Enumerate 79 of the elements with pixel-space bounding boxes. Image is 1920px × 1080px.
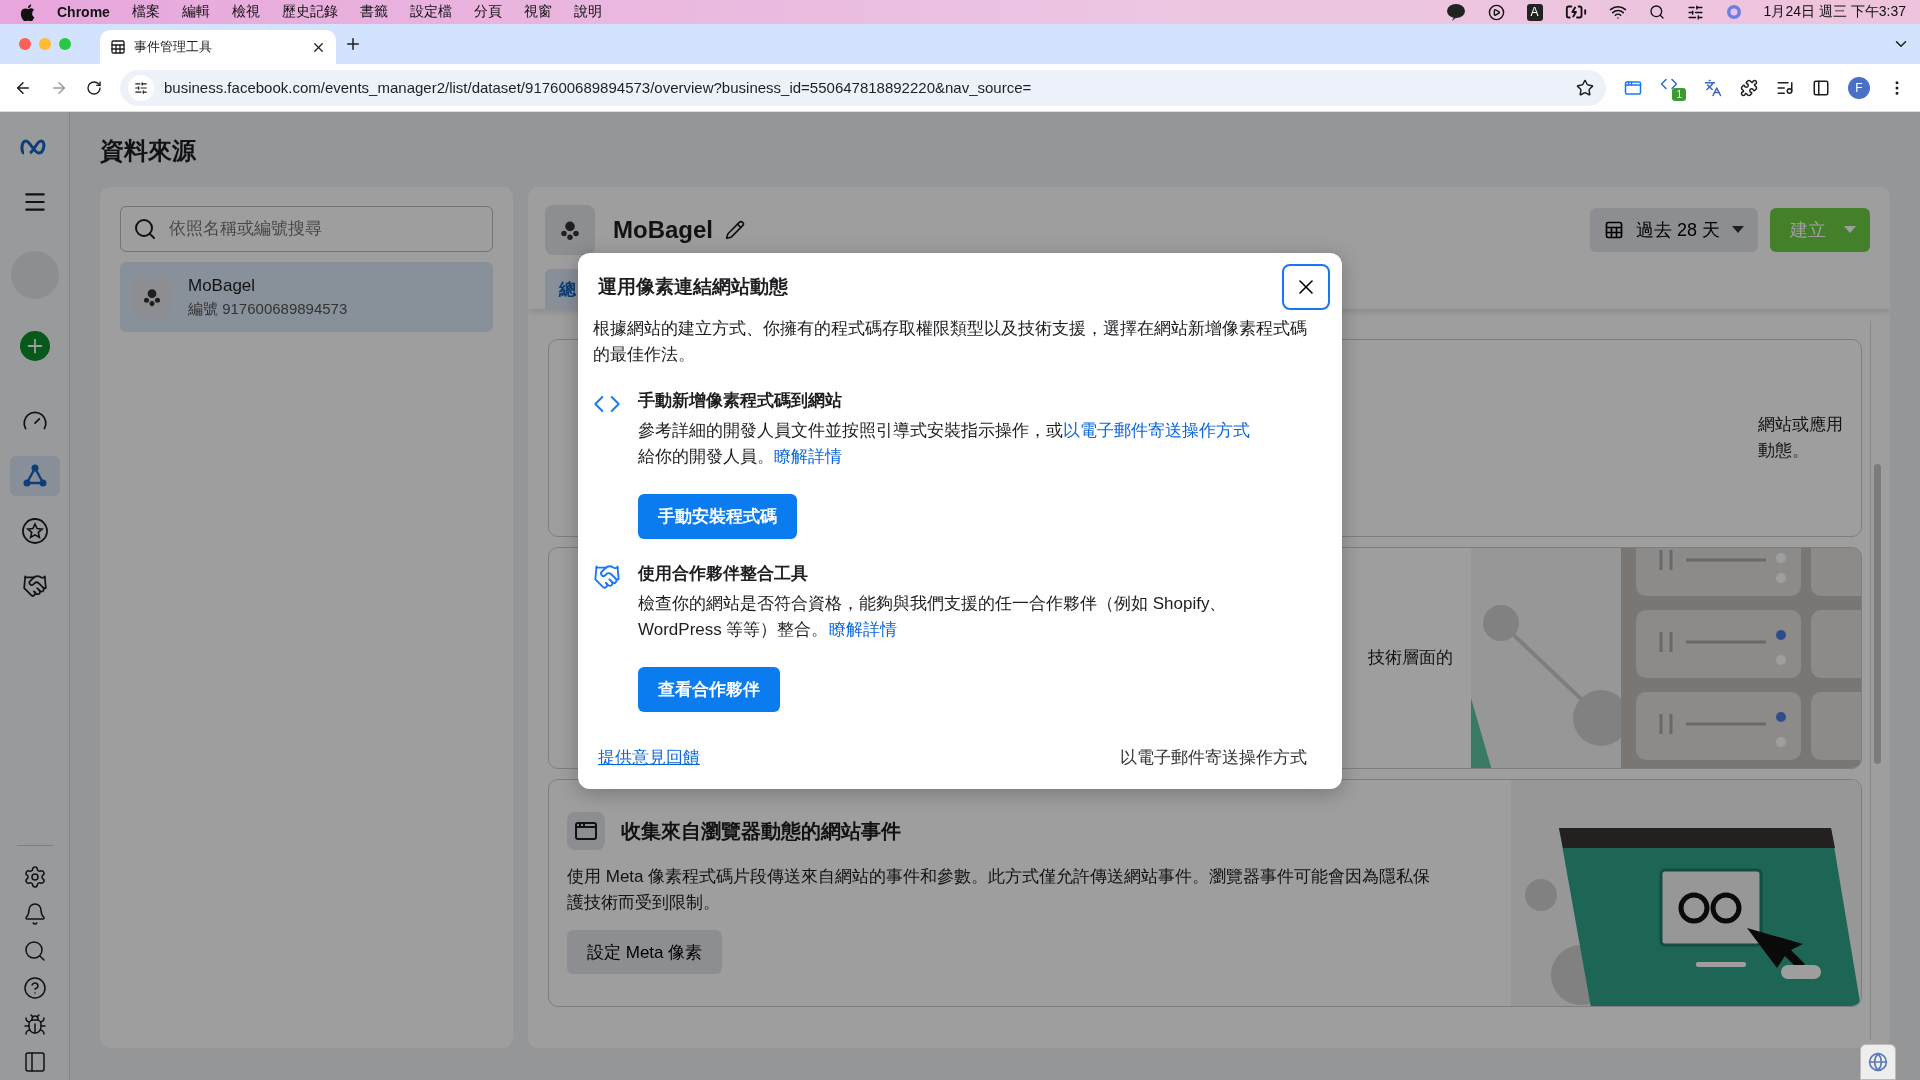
favicon-icon [110,39,126,55]
search-icon [22,938,47,963]
menu-item[interactable]: 說明 [573,3,602,21]
site-info-icon[interactable] [128,74,154,101]
menu-item[interactable]: 書籤 [359,3,388,21]
app-menu[interactable]: Chrome [57,4,110,20]
edit-icon[interactable] [725,220,745,240]
new-tab-icon[interactable] [344,35,362,53]
bug-icon [22,1012,47,1037]
card-description: 技術層面的 [1368,647,1453,669]
date-range-button[interactable]: 過去 28 天 [1589,208,1758,252]
primary-button[interactable]: 查看合作夥伴 [638,667,780,712]
menu-item[interactable]: 分頁 [473,3,502,21]
language-button[interactable] [1860,1044,1896,1080]
wifi-icon[interactable] [1608,3,1627,21]
create-icon[interactable] [19,331,50,361]
extension-icon[interactable] [1624,78,1642,97]
extensions-icon[interactable] [1740,78,1758,97]
extension-badge: 1 [1672,87,1686,101]
input-source-indicator[interactable]: A [1526,3,1543,21]
card-title: 收集來自瀏覽器動態的網站事件 [621,818,901,844]
search-icon [133,217,157,241]
help-icon [22,975,47,1000]
setup-button[interactable]: 設定 Meta 像素 [567,930,723,974]
side-panel-icon[interactable] [1812,78,1830,97]
dataset-name: MoBagel [613,216,713,244]
panel-icon [22,1049,47,1074]
source-name: MoBagel [188,275,257,296]
bell-icon [22,901,47,926]
handshake-icon [593,563,621,591]
learn-more-link[interactable]: 瞭解詳情 [774,447,842,466]
close-button[interactable] [1282,264,1330,310]
learn-more-link[interactable]: 以電子郵件寄送操作方式 [1063,421,1250,440]
primary-button[interactable]: 手動安裝程式碼 [638,494,797,539]
menu-item[interactable]: 視窗 [523,3,552,21]
nav-item[interactable] [9,456,60,496]
dialog-title: 運用像素連結網站動態 [598,275,788,299]
option-description: 檢查你的網站是否符合資格，能夠與我們支援的任一合作夥伴（例如 Shopify、 WordPress 等等）整合。瞭解詳情 [638,593,1227,641]
option-description: 參考詳細的開發人員文件並按照引導式安裝指示操作，或以電子郵件寄送操作方式 給你的開發人員。瞭解詳情 [638,420,1250,468]
bookmark-icon[interactable] [1576,78,1594,97]
feedback-link[interactable]: 提供意見回饋 [598,746,700,769]
reload-icon[interactable] [86,79,102,96]
dataset-icon [141,286,163,308]
handshake-icon [21,573,48,599]
search-input[interactable]: 依照名稱或編號搜尋 [167,218,480,240]
email-instructions-button[interactable]: 以電子郵件寄送操作方式 [1120,746,1307,769]
menu-item[interactable]: 檔案 [131,3,160,21]
browser-icon [574,819,598,843]
settings-icon [22,864,47,889]
option-title: 使用合作夥伴整合工具 [638,563,808,585]
browser-tab[interactable]: 事件管理工具 [100,30,336,64]
option-title: 手動新增像素程式碼到網站 [638,390,842,412]
clock[interactable]: 1月24日 週三 下午3:37 [1763,3,1906,21]
tab-title: 事件管理工具 [134,38,213,56]
chat-bubble-icon[interactable] [1445,3,1466,21]
menu-item[interactable]: 編輯 [181,3,210,21]
profile-avatar[interactable]: F [1848,76,1870,99]
globe-icon [1868,1052,1888,1072]
dialog-description: 根據網站的建立方式、你擁有的程式碼存取權限類型以及技術支援，選擇在網站新增像素程式碼 的最佳作法。 [593,318,1308,366]
menu-item[interactable]: 歷史記錄 [281,3,338,21]
scrollbar[interactable] [1870,321,1884,1040]
menu-item[interactable]: 設定檔 [409,3,452,21]
caret-icon [1732,226,1744,234]
page-title: 資料來源 [100,136,197,166]
source-id: 編號 917600689894573 [188,299,348,319]
address-bar[interactable]: business.facebook.com/events_manager2/list/dataset/917600689894573/overview?business_id=550647818892220&nav_source= [120,69,1606,106]
caret-icon [1844,226,1856,234]
apple-icon[interactable] [20,3,35,21]
search-field[interactable]: 依照名稱或編號搜尋 [120,206,493,252]
control-center-icon[interactable] [1686,3,1704,21]
learn-more-link[interactable]: 瞭解詳情 [828,620,897,639]
menu-item[interactable]: 檢視 [231,3,260,21]
card-description: 使用 Meta 像素程式碼片段傳送來自網站的事件和參數。此方式僅允許傳送網站事件。瀏覽器事件可能會因為隱私保 護技術而受到限制。 [567,866,1431,914]
play-icon[interactable] [1487,3,1505,21]
card-description: 網站或應用 動態。 [1758,414,1843,462]
translate-icon[interactable] [1704,78,1722,97]
source-item[interactable]: MoBagel 編號 917600689894573 [120,262,493,332]
calendar-icon [1603,220,1624,240]
search-icon[interactable] [1648,4,1665,20]
